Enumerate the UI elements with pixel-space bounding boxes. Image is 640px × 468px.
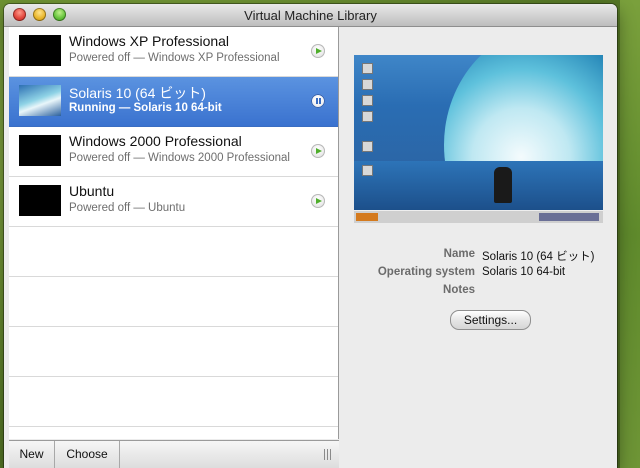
vm-row-windows-xp[interactable]: Windows XP Professional Powered off — Wi… <box>9 27 338 77</box>
play-icon <box>316 197 322 204</box>
list-empty-row <box>9 227 338 277</box>
vm-thumbnail <box>19 85 61 116</box>
play-icon <box>316 47 322 54</box>
play-button[interactable] <box>311 194 325 208</box>
list-empty-row <box>9 377 338 427</box>
list-empty-row <box>9 277 338 327</box>
desktop-icon <box>362 165 373 176</box>
title-bar[interactable]: Virtual Machine Library <box>4 4 617 27</box>
name-label: Name <box>443 248 475 260</box>
guest-tray <box>539 213 599 221</box>
vm-thumbnail <box>19 185 61 216</box>
notes-label: Notes <box>443 284 475 296</box>
vm-name: Ubuntu <box>69 183 115 199</box>
vm-name: Windows 2000 Professional <box>69 133 242 149</box>
vm-status: Powered off — Windows 2000 Professional <box>69 152 290 164</box>
desktop-background <box>620 0 640 468</box>
desktop-icon <box>362 141 373 152</box>
vm-thumbnail <box>19 35 61 66</box>
folder-icon <box>362 79 373 90</box>
surfer-image <box>494 167 512 203</box>
play-button[interactable] <box>311 144 325 158</box>
vm-list: Windows XP Professional Powered off — Wi… <box>9 27 339 439</box>
pause-icon <box>318 98 321 104</box>
sea-image <box>354 161 603 211</box>
guest-taskbar <box>354 210 603 223</box>
vm-row-windows-2000[interactable]: Windows 2000 Professional Powered off — … <box>9 127 338 177</box>
vm-status: Powered off — Ubuntu <box>69 202 186 214</box>
os-label: Operating system <box>377 266 475 278</box>
vm-row-solaris[interactable]: Solaris 10 (64 ビット) Running — Solaris 10… <box>9 77 338 127</box>
pause-button[interactable] <box>311 94 325 108</box>
new-vm-button[interactable]: New <box>9 441 55 468</box>
desktop-icon <box>362 95 373 106</box>
play-icon <box>316 147 322 154</box>
vm-thumbnail <box>19 135 61 166</box>
choose-vm-button[interactable]: Choose <box>55 441 120 468</box>
window-title: Virtual Machine Library <box>244 8 377 23</box>
name-value: Solaris 10 (64 ビット) <box>482 251 595 263</box>
list-bottom-bar: New Choose <box>9 440 339 468</box>
settings-button[interactable]: Settings... <box>450 310 531 330</box>
vm-screenshot-preview <box>354 55 603 223</box>
vm-library-window: Virtual Machine Library Windows XP Profe… <box>4 4 617 468</box>
vm-name: Solaris 10 (64 ビット) <box>69 85 206 101</box>
guest-start-button <box>356 213 378 221</box>
os-value: Solaris 10 64-bit <box>482 266 566 278</box>
pause-icon <box>315 98 318 104</box>
vm-name: Windows XP Professional <box>69 33 230 49</box>
desktop-icon <box>362 111 373 122</box>
resize-grip-icon[interactable] <box>324 449 333 460</box>
vm-row-ubuntu[interactable]: Ubuntu Powered off — Ubuntu <box>9 177 338 227</box>
vm-status: Running — Solaris 10 64-bit <box>69 102 222 114</box>
vm-details-pane: Name Solaris 10 (64 ビット) Operating syste… <box>339 27 617 468</box>
list-empty-row <box>9 327 338 377</box>
desktop-icon <box>362 63 373 74</box>
vm-status: Powered off — Windows XP Professional <box>69 52 280 64</box>
play-button[interactable] <box>311 44 325 58</box>
